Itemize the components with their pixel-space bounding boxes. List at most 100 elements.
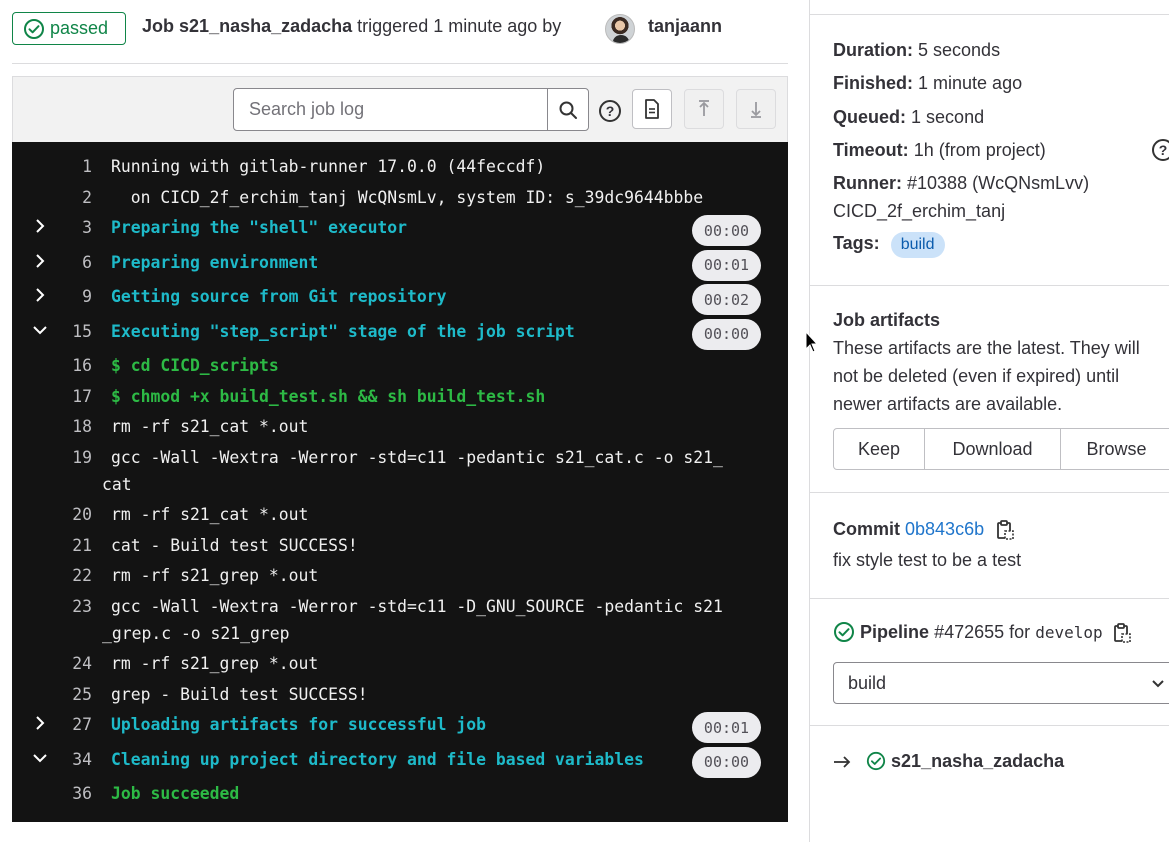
log-line-text: $ cd CICD_scripts [111, 356, 279, 375]
log-line-number[interactable]: 2 [62, 188, 92, 207]
divider [810, 285, 1169, 286]
log-section-header[interactable]: 34 Cleaning up project directory and file… [12, 745, 788, 778]
job-link[interactable]: s21_nasha_zadacha [891, 751, 1064, 771]
question-icon[interactable]: ? [1152, 139, 1169, 161]
search-input[interactable] [234, 89, 547, 130]
log-line-text: Uploading artifacts for successful job [111, 715, 486, 734]
check-circle-icon [834, 621, 854, 642]
commit-sha-link[interactable]: 0b843c6b [905, 519, 984, 539]
log-section-header[interactable]: 15 Executing "step_script" stage of the j… [12, 317, 788, 350]
log-section-header[interactable]: 3 Preparing the "shell" executor 00:00 [12, 213, 788, 246]
chevron-right-icon[interactable] [32, 218, 48, 234]
log-line-text: Running with gitlab-runner 17.0.0 (44fec… [111, 157, 546, 176]
log-line-number[interactable]: 21 [62, 536, 92, 555]
log-line-wrap: cat [102, 474, 132, 494]
artifacts-title-text: Job artifacts [833, 310, 941, 330]
section-duration-badge: 00:00 [692, 746, 761, 778]
stage-select-value: build [848, 672, 887, 693]
section-duration-badge: 00:00 [692, 318, 761, 350]
log-line: 17 $ chmod +x build_test.sh && sh build_t… [12, 382, 788, 412]
status-badge[interactable]: passed [12, 12, 126, 45]
keep-button[interactable]: Keep [833, 428, 925, 470]
pipeline-row: Pipeline #472655 for develop [833, 621, 1132, 644]
log-line-number[interactable]: 1 [62, 157, 92, 176]
log-line-number[interactable]: 6 [62, 253, 92, 272]
chevron-right-icon[interactable] [32, 287, 48, 303]
duration-label: Duration: [833, 40, 913, 60]
avatar[interactable] [605, 14, 635, 44]
log-line-number[interactable]: 25 [62, 685, 92, 704]
copy-icon[interactable] [1112, 622, 1132, 644]
log-line-number[interactable]: 15 [62, 322, 92, 341]
commit-message: fix style test to be a test [833, 550, 1022, 570]
queued-label: Queued: [833, 107, 907, 127]
log-line-number[interactable]: 16 [62, 356, 92, 375]
tag-badge[interactable]: build [890, 232, 945, 258]
chevron-right-icon[interactable] [32, 253, 48, 269]
browse-button[interactable]: Browse [1061, 428, 1169, 470]
triggered-text: triggered 1 minute ago by [357, 16, 562, 36]
log-line-number[interactable]: 36 [62, 784, 92, 803]
artifacts-title: Job artifacts [833, 310, 940, 331]
log-line-text: on CICD_2f_erchim_tanj WcQNsmLv, system … [111, 187, 704, 207]
log-section-header[interactable]: 9 Getting source from Git repository 00:02 [12, 282, 788, 315]
chevron-right-icon[interactable] [32, 715, 48, 731]
commit-row: Commit 0b843c6b [833, 519, 1015, 541]
job-title: Job s21_nasha_zadacha triggered 1 minute… [142, 16, 561, 37]
log-line-number[interactable]: 23 [62, 597, 92, 616]
scroll-top-button[interactable] [684, 89, 724, 129]
log-line: 21 cat - Build test SUCCESS! [12, 531, 788, 561]
log-line: 20 rm -rf s21_cat *.out [12, 500, 788, 530]
search-box [233, 88, 589, 131]
log-line-number[interactable]: 24 [62, 654, 92, 673]
log-section-header[interactable]: 27 Uploading artifacts for successful job… [12, 710, 788, 743]
log-line-wrap: _grep.c -o s21_grep [102, 623, 290, 643]
log-line-number[interactable]: 34 [62, 750, 92, 769]
log-line: 2 on CICD_2f_erchim_tanj WcQNsmLv, syste… [12, 183, 788, 213]
scroll-bottom-button[interactable] [736, 89, 776, 129]
log-line-number[interactable]: 20 [62, 505, 92, 524]
commit-label: Commit [833, 519, 900, 539]
search-button[interactable] [547, 89, 588, 130]
log-line-number[interactable]: 9 [62, 287, 92, 306]
download-button[interactable]: Download [925, 428, 1061, 470]
divider [810, 14, 1169, 15]
log-line-number[interactable]: 19 [62, 448, 92, 467]
copy-icon[interactable] [995, 519, 1015, 541]
mouse-cursor-icon [805, 331, 819, 353]
chevron-down-icon[interactable] [32, 322, 48, 338]
pipeline-branch[interactable]: develop [1035, 623, 1102, 642]
log-line-text: rm -rf s21_grep *.out [111, 654, 319, 673]
log-line-text: $ chmod +x build_test.sh && sh build_tes… [111, 386, 546, 406]
section-duration-badge: 00:01 [692, 712, 761, 743]
duration-row: Duration: 5 seconds [833, 40, 1000, 61]
finished-value: 1 minute ago [918, 73, 1023, 93]
artifacts-description: These artifacts are the latest. They wil… [833, 338, 1140, 414]
log-line-number[interactable]: 22 [62, 566, 92, 585]
stage-select[interactable]: build [833, 662, 1169, 704]
log-line-number[interactable]: 27 [62, 715, 92, 734]
pipeline-label: Pipeline [860, 622, 930, 642]
pipeline-id-link[interactable]: #472655 [934, 622, 1004, 642]
queued-value: 1 second [911, 107, 985, 127]
log-line-text: rm -rf s21_grep *.out [111, 566, 319, 585]
log-section-header[interactable]: 6 Preparing environment 00:01 [12, 248, 788, 281]
log-line: 24 rm -rf s21_grep *.out [12, 649, 788, 679]
author-link[interactable]: tanjaann [648, 16, 722, 37]
chevron-down-icon[interactable] [32, 750, 48, 766]
job-name: s21_nasha_zadacha [179, 16, 353, 36]
log-line-text: Job succeeded [111, 784, 240, 803]
log-line-number[interactable]: 17 [62, 387, 92, 406]
question-icon[interactable]: ? [599, 100, 621, 122]
log-line-number[interactable]: 3 [62, 218, 92, 237]
log-line-number[interactable]: 18 [62, 417, 92, 436]
log-line-text: Executing "step_script" stage of the job… [111, 321, 575, 341]
log-line: 16 $ cd CICD_scripts [12, 351, 788, 381]
log-line: 22 rm -rf s21_grep *.out [12, 561, 788, 591]
raw-log-button[interactable] [632, 89, 672, 129]
tags-row: Tags: build [833, 232, 945, 258]
runner-label: Runner: [833, 173, 902, 193]
job-list-item[interactable]: s21_nasha_zadacha [833, 751, 1064, 772]
document-icon [645, 99, 659, 119]
section-duration-badge: 00:01 [692, 249, 761, 281]
